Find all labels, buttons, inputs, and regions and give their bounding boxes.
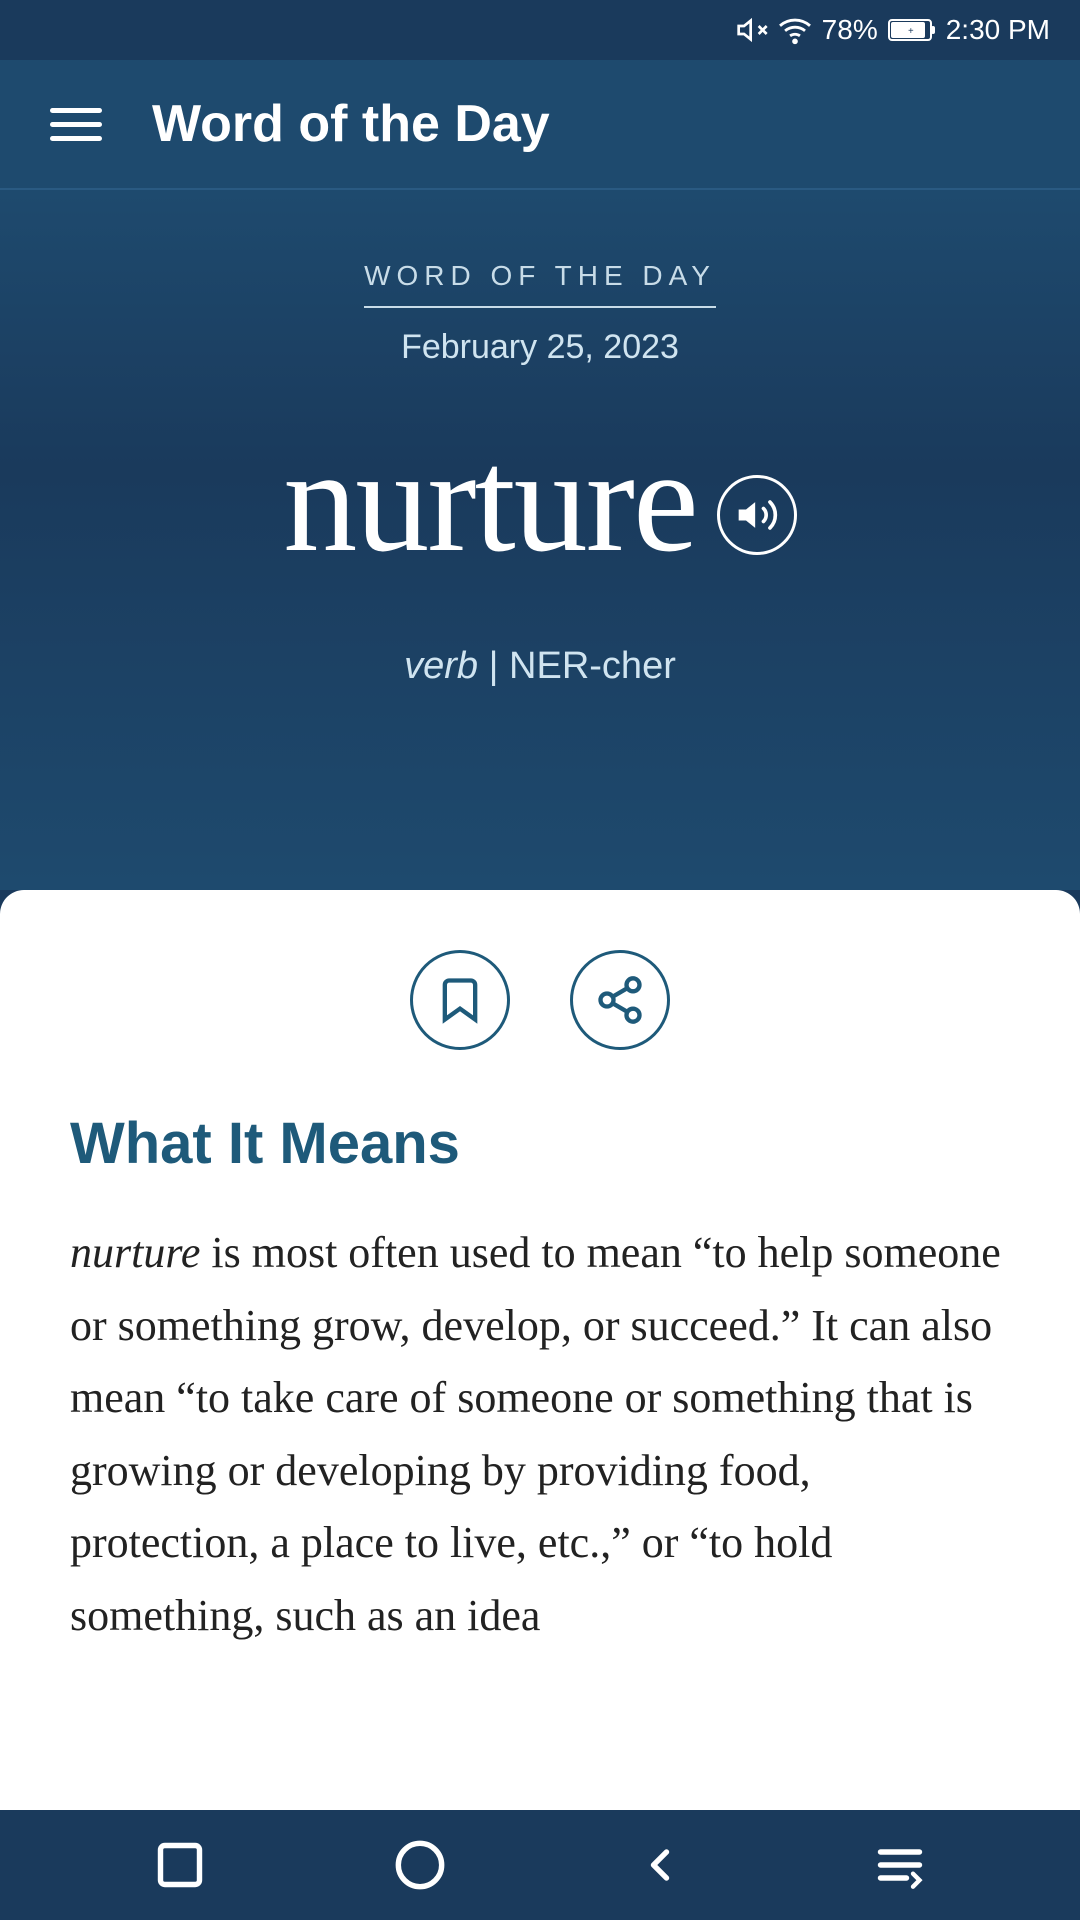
content-card: What It Means nurture is most often used…	[0, 890, 1080, 1920]
speaker-svg-icon	[735, 493, 779, 537]
bookmark-svg-icon	[434, 974, 486, 1026]
lines-nav-icon	[874, 1839, 926, 1891]
circle-nav-icon	[394, 1839, 446, 1891]
square-nav-icon	[154, 1839, 206, 1891]
pronunciation-text: NER-cher	[509, 645, 676, 687]
triangle-nav-icon	[634, 1839, 686, 1891]
app-bar-title: Word of the Day	[152, 94, 550, 154]
word-italic: nurture	[70, 1228, 200, 1277]
status-bar: 78% + 2:30 PM	[0, 0, 1080, 60]
battery-percent: 78%	[822, 14, 878, 46]
section-title: What It Means	[70, 1110, 1010, 1177]
part-of-speech: verb	[404, 645, 478, 687]
time-display: 2:30 PM	[946, 14, 1050, 46]
pronunciation: verb | NER-cher	[404, 645, 676, 688]
share-button[interactable]	[570, 950, 670, 1050]
pronunciation-separator: |	[489, 645, 509, 687]
menu-line-3	[50, 136, 102, 141]
wotd-date: February 25, 2023	[401, 328, 679, 367]
speaker-button[interactable]	[717, 475, 797, 555]
recents-nav-button[interactable]	[145, 1830, 215, 1900]
wifi-icon	[778, 13, 812, 47]
menu-button[interactable]	[50, 108, 102, 141]
bookmark-button[interactable]	[410, 950, 510, 1050]
main-word: nurture	[283, 427, 696, 575]
status-icons: 78% + 2:30 PM	[736, 13, 1050, 47]
hero-section: WORD OF THE DAY February 25, 2023 nurtur…	[0, 190, 1080, 890]
menu-line-2	[50, 122, 102, 127]
share-svg-icon	[594, 974, 646, 1026]
mute-icon	[736, 14, 768, 46]
definition-text: nurture is most often used to mean “to h…	[70, 1217, 1010, 1653]
definition-body: is most often used to mean “to help some…	[70, 1228, 1001, 1640]
back-nav-button[interactable]	[625, 1830, 695, 1900]
overflow-nav-button[interactable]	[865, 1830, 935, 1900]
battery-icon: +	[888, 16, 936, 44]
bottom-nav	[0, 1810, 1080, 1920]
home-nav-button[interactable]	[385, 1830, 455, 1900]
menu-line-1	[50, 108, 102, 113]
card-icons-row	[70, 950, 1010, 1050]
word-container: nurture	[283, 427, 796, 575]
app-bar: Word of the Day	[0, 60, 1080, 190]
wotd-label: WORD OF THE DAY	[364, 260, 716, 308]
svg-text:+: +	[908, 26, 914, 37]
